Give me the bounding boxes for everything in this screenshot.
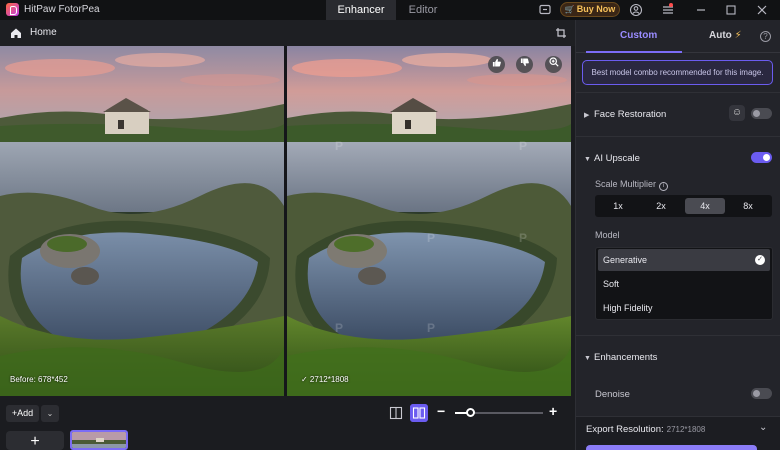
notification-dot bbox=[669, 3, 673, 7]
scale-multiplier-label: Scale Multiplier i bbox=[595, 179, 669, 191]
export-resolution-value: 2712*1808 bbox=[666, 425, 706, 434]
info-icon[interactable]: i bbox=[659, 182, 669, 191]
zoom-slider-handle[interactable] bbox=[465, 408, 475, 417]
section-divider bbox=[576, 335, 780, 336]
tab-custom[interactable]: Custom bbox=[620, 30, 657, 41]
add-button[interactable]: +Add bbox=[6, 405, 39, 422]
add-image-tile[interactable]: + bbox=[6, 431, 64, 450]
recommendation-tip: Best model combo recommended for this im… bbox=[582, 60, 773, 85]
buy-now-label: Buy Now bbox=[576, 4, 616, 14]
image-thumbnail[interactable] bbox=[70, 430, 128, 450]
svg-text:P: P bbox=[519, 231, 527, 245]
account-icon[interactable] bbox=[629, 3, 643, 17]
tab-auto[interactable]: Auto ⚡ bbox=[709, 30, 742, 41]
model-option-label: Generative bbox=[603, 255, 648, 265]
active-tab-indicator bbox=[586, 51, 682, 53]
export-resolution-label: Export Resolution: bbox=[586, 424, 664, 435]
home-bar: Home bbox=[0, 20, 575, 46]
title-bar: HitPaw FotorPea Enhancer Editor 🛒 Buy Now bbox=[0, 0, 780, 20]
crop-icon[interactable] bbox=[555, 27, 567, 39]
after-preview: P P P P P P ✓ 2712*1808 bbox=[287, 46, 571, 396]
minimize-icon[interactable] bbox=[694, 3, 708, 17]
cart-icon: 🛒 bbox=[564, 5, 575, 14]
maximize-icon[interactable] bbox=[724, 3, 738, 17]
section-divider bbox=[576, 92, 780, 93]
export-resolution: Export Resolution: 2712*1808 bbox=[586, 424, 705, 435]
svg-text:P: P bbox=[519, 139, 527, 153]
denoise-label: Denoise bbox=[595, 389, 630, 400]
landscape-photo-enhanced: P P P P P P bbox=[287, 46, 571, 396]
home-link[interactable]: Home bbox=[30, 27, 57, 38]
split-view-button[interactable] bbox=[410, 404, 428, 422]
before-preview: Before: 678*452 bbox=[0, 46, 284, 396]
scale-option-4x[interactable]: 4x bbox=[685, 198, 725, 214]
home-icon[interactable] bbox=[10, 27, 22, 39]
tab-editor[interactable]: Editor bbox=[396, 0, 450, 20]
zoom-in-button[interactable] bbox=[545, 56, 562, 73]
face-restoration-toggle[interactable] bbox=[751, 108, 772, 119]
close-icon[interactable] bbox=[755, 3, 769, 17]
svg-text:P: P bbox=[335, 139, 343, 153]
scale-option-2x[interactable]: 2x bbox=[641, 198, 681, 214]
check-icon: ✓ bbox=[755, 255, 765, 265]
before-resolution-label: Before: 678*452 bbox=[10, 375, 68, 384]
landscape-photo bbox=[0, 46, 284, 396]
model-list: Generative ✓ Soft High Fidelity bbox=[595, 247, 773, 320]
single-view-button[interactable] bbox=[387, 404, 405, 422]
scale-option-8x[interactable]: 8x bbox=[728, 198, 768, 214]
svg-text:P: P bbox=[427, 231, 435, 245]
ai-upscale-row[interactable]: ▼ AI Upscale bbox=[584, 153, 640, 164]
message-icon[interactable] bbox=[538, 3, 552, 17]
zoom-slider[interactable] bbox=[455, 408, 543, 417]
tab-auto-label: Auto bbox=[709, 30, 732, 41]
thumbs-down-icon bbox=[520, 58, 529, 67]
face-restoration-row[interactable]: ▶ Face Restoration bbox=[584, 109, 666, 120]
svg-text:P: P bbox=[427, 321, 435, 335]
enhancements-label: Enhancements bbox=[594, 352, 658, 363]
thumbs-up-button[interactable] bbox=[488, 56, 505, 73]
enhancements-row[interactable]: ▼ Enhancements bbox=[584, 352, 657, 363]
zoom-in-plus-button[interactable]: + bbox=[549, 403, 557, 419]
lightning-icon: ⚡ bbox=[734, 30, 742, 41]
tab-enhancer[interactable]: Enhancer bbox=[326, 0, 396, 20]
ai-upscale-toggle[interactable] bbox=[751, 152, 772, 163]
ai-upscale-label: AI Upscale bbox=[594, 153, 640, 164]
settings-panel: Custom Auto ⚡ ? Best model combo recomme… bbox=[575, 20, 780, 450]
section-divider bbox=[576, 136, 780, 137]
double-chevron-down-icon[interactable]: ⌄ bbox=[759, 422, 767, 433]
bottom-toolbar: +Add ⌄ − + + bbox=[0, 396, 575, 450]
export-bar: Export Resolution: 2712*1808 ⌄ bbox=[576, 416, 780, 450]
thumbs-down-button[interactable] bbox=[516, 56, 533, 73]
caret-down-icon: ▼ bbox=[584, 355, 591, 362]
buy-now-button[interactable]: 🛒 Buy Now bbox=[560, 2, 620, 17]
thumbnail-image bbox=[72, 432, 126, 448]
chevron-down-icon: ⌄ bbox=[46, 409, 54, 418]
model-option-soft[interactable]: Soft bbox=[598, 273, 770, 295]
help-icon[interactable]: ? bbox=[760, 31, 771, 42]
scale-multiplier-selector: 1x 2x 4x 8x bbox=[595, 195, 772, 217]
zoom-out-button[interactable]: − bbox=[437, 403, 445, 419]
scale-multiplier-text: Scale Multiplier bbox=[595, 179, 657, 189]
export-button[interactable] bbox=[586, 445, 757, 450]
app-logo-icon bbox=[6, 3, 19, 16]
model-label: Model bbox=[595, 230, 620, 240]
after-resolution-label: ✓ 2712*1808 bbox=[301, 375, 349, 384]
add-dropdown-button[interactable]: ⌄ bbox=[41, 405, 59, 422]
app-title: HitPaw FotorPea bbox=[24, 4, 100, 15]
thumbs-up-icon bbox=[492, 58, 501, 67]
model-option-generative[interactable]: Generative ✓ bbox=[598, 249, 770, 271]
svg-text:P: P bbox=[335, 321, 343, 335]
magnifier-plus-icon bbox=[548, 57, 559, 67]
caret-right-icon: ▶ bbox=[584, 112, 590, 119]
scale-option-1x[interactable]: 1x bbox=[598, 198, 638, 214]
face-restoration-label: Face Restoration bbox=[594, 109, 667, 120]
caret-down-icon: ▼ bbox=[584, 156, 591, 163]
face-icon[interactable]: ☺ bbox=[729, 105, 745, 121]
model-option-high-fidelity[interactable]: High Fidelity bbox=[598, 297, 770, 319]
denoise-toggle[interactable] bbox=[751, 388, 772, 399]
add-label: Add bbox=[17, 408, 34, 418]
